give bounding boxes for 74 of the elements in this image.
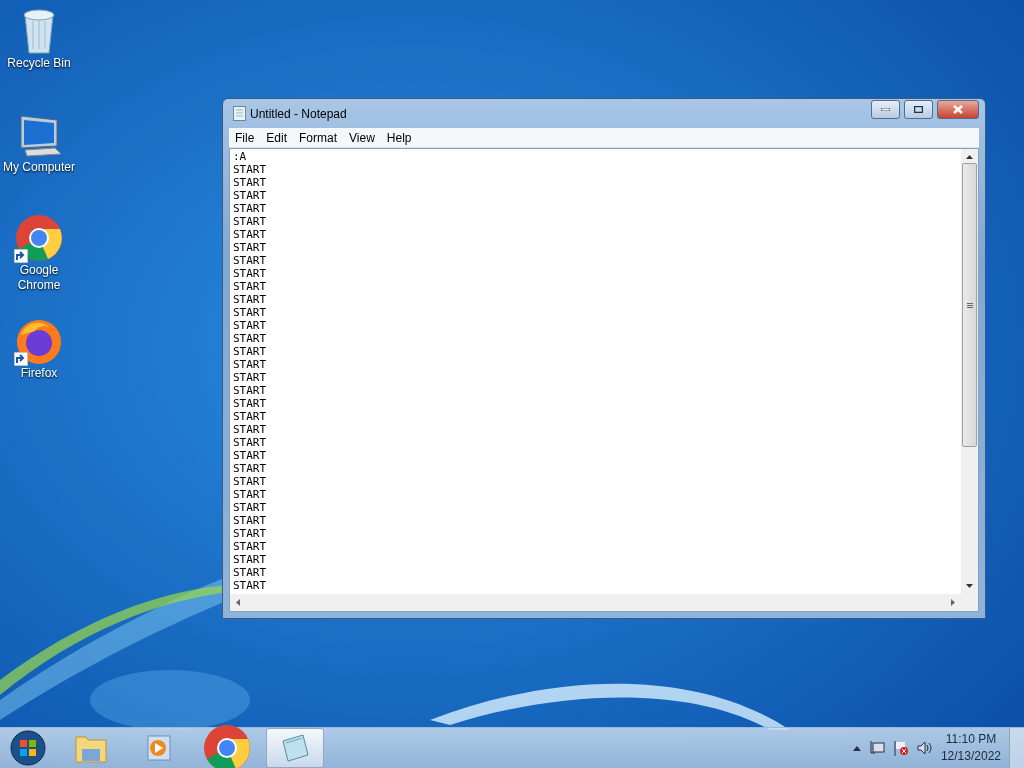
- text-line: START: [233, 514, 268, 527]
- time-text: 11:10 PM: [945, 731, 997, 748]
- start-orb-icon[interactable]: [10, 730, 46, 766]
- text-line: START: [233, 176, 268, 189]
- text-line: :A: [233, 150, 248, 163]
- text-line: START: [233, 267, 268, 280]
- scroll-up-icon[interactable]: [966, 155, 973, 159]
- text-line: START: [233, 488, 268, 501]
- text-line: START: [233, 579, 268, 592]
- scroll-thumb[interactable]: [962, 163, 977, 447]
- close-button[interactable]: [937, 100, 979, 119]
- shortcut-arrow-icon: [14, 249, 28, 263]
- text-line: START: [233, 462, 268, 475]
- text-line: START: [233, 332, 268, 345]
- chrome-icon[interactable]: [15, 214, 63, 262]
- minimize-button[interactable]: [871, 100, 900, 119]
- media-player-icon[interactable]: [145, 734, 173, 762]
- text-line: START: [233, 293, 268, 306]
- text-line: START: [233, 423, 268, 436]
- horizontal-scrollbar[interactable]: [230, 594, 961, 611]
- text-line: START: [233, 553, 268, 566]
- clock[interactable]: 11:10 PM 12/13/2022: [940, 731, 1001, 765]
- text-line: START: [233, 397, 268, 410]
- text-line: START: [233, 254, 268, 267]
- chrome-icon[interactable]: [203, 724, 251, 768]
- network-icon[interactable]: [868, 740, 885, 756]
- date-text: 12/13/2022: [940, 748, 1001, 765]
- shortcut-arrow-icon: [14, 352, 28, 366]
- text-line: START: [233, 241, 268, 254]
- text-line: START: [233, 319, 268, 332]
- restore-icon: [914, 106, 923, 113]
- text-line: START: [233, 345, 268, 358]
- scroll-right-icon[interactable]: [951, 599, 955, 606]
- text-line: START: [233, 540, 268, 553]
- scroll-down-icon[interactable]: [966, 584, 973, 588]
- text-line: START: [233, 449, 268, 462]
- menu-item[interactable]: Help: [380, 130, 418, 145]
- menu-item[interactable]: Format: [293, 130, 344, 145]
- flag-warning-icon[interactable]: [892, 740, 909, 756]
- text-line: START: [233, 215, 268, 228]
- notepad-icon[interactable]: [279, 733, 311, 763]
- text-line: START: [233, 410, 268, 423]
- firefox-icon[interactable]: [15, 317, 63, 365]
- window-title: Untitled - Notepad: [250, 106, 348, 121]
- scroll-left-icon[interactable]: [236, 599, 240, 606]
- text-line: START: [233, 436, 268, 449]
- text-line: START: [233, 371, 268, 384]
- desktop-icon-label[interactable]: Google Chrome: [1, 263, 77, 293]
- text-line: START: [233, 163, 268, 176]
- text-line: START: [233, 202, 268, 215]
- text-line: START: [233, 189, 268, 202]
- desktop-icon-label[interactable]: Recycle Bin: [1, 56, 77, 71]
- menu-item[interactable]: File: [229, 130, 261, 145]
- vertical-scrollbar[interactable]: [961, 149, 978, 594]
- desktop-icon-label[interactable]: Firefox: [1, 366, 77, 381]
- minimize-icon: [881, 108, 890, 111]
- menu-item[interactable]: View: [343, 130, 381, 145]
- text-line: START: [233, 501, 268, 514]
- menu-item[interactable]: Edit: [260, 130, 294, 145]
- speaker-icon[interactable]: [916, 740, 933, 756]
- close-icon: [953, 105, 963, 114]
- desktop-icon-label[interactable]: My Computer: [1, 160, 77, 175]
- text-line: START: [233, 527, 268, 540]
- show-hidden-icons-icon[interactable]: [852, 745, 861, 751]
- notepad-icon: [233, 106, 246, 121]
- text-line: START: [233, 475, 268, 488]
- text-line: START: [233, 280, 268, 293]
- grip-icon: [966, 302, 973, 308]
- text-line: START: [233, 384, 268, 397]
- text-line: START: [233, 228, 268, 241]
- text-line: START: [233, 566, 268, 579]
- text-line: START: [233, 306, 268, 319]
- maximize-button[interactable]: [904, 100, 933, 119]
- text-line: START: [233, 358, 268, 371]
